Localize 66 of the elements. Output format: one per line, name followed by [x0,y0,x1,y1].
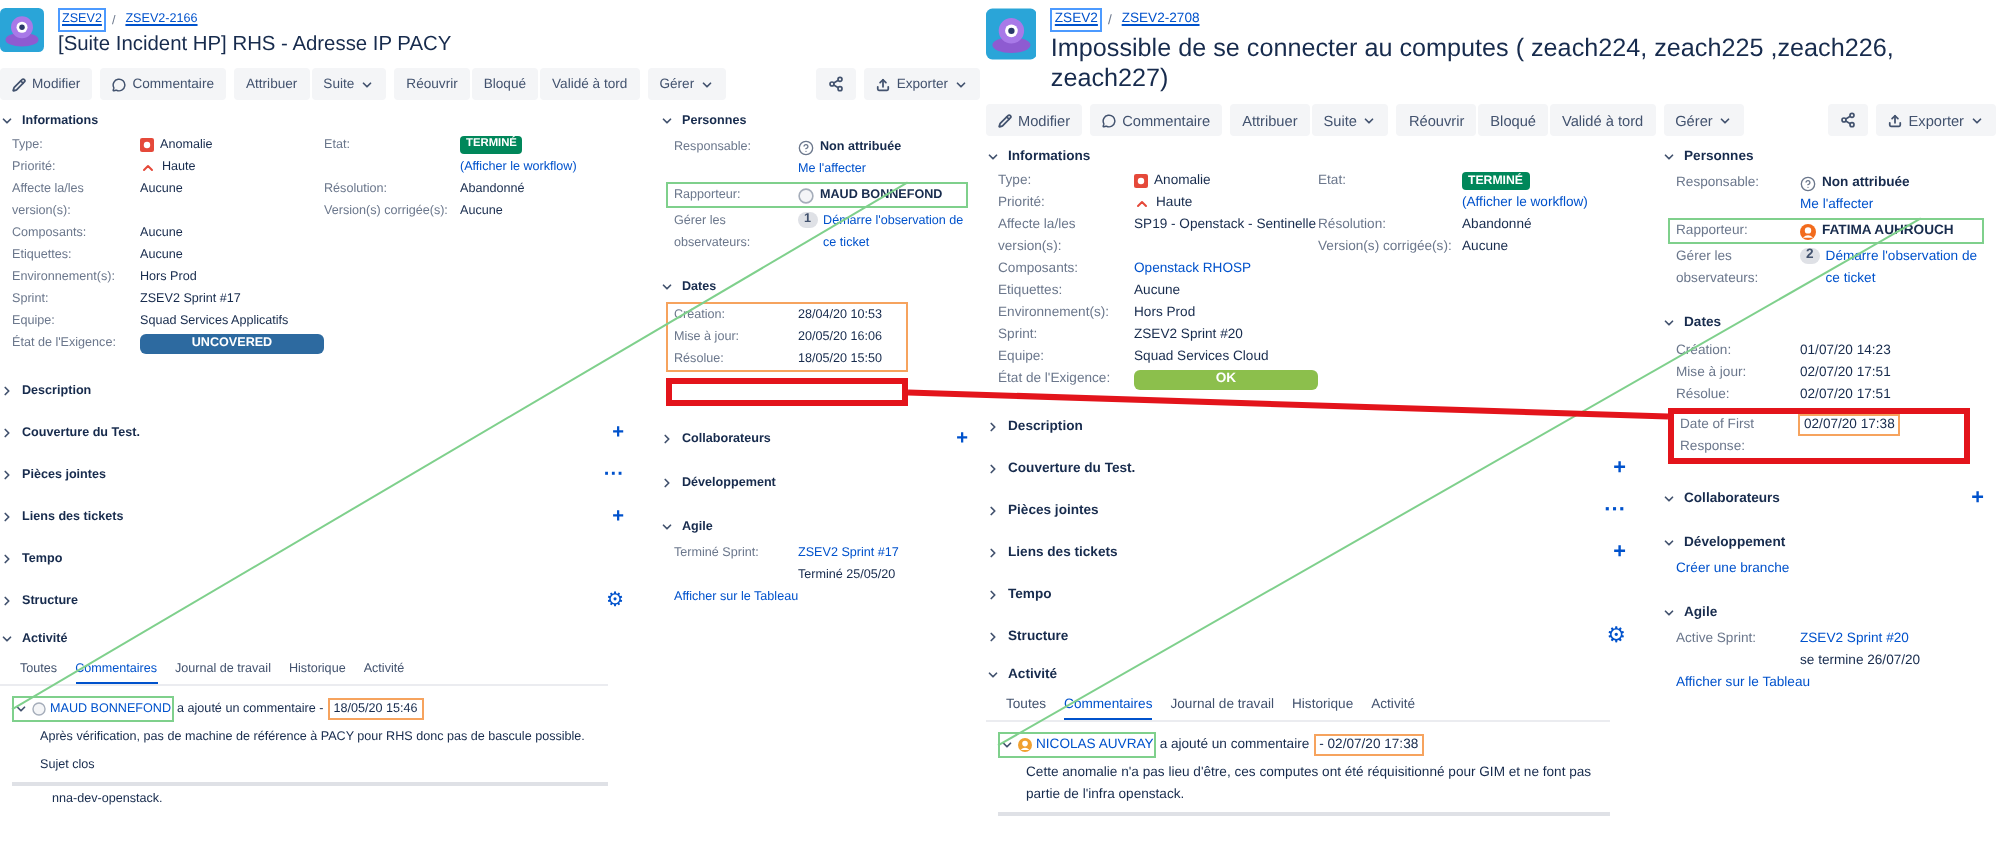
chevron-right-icon[interactable] [986,588,1000,603]
chevron-right-icon[interactable] [660,476,674,491]
chevron-right-icon[interactable] [986,462,1000,477]
edit-icon [12,77,26,92]
section-action-button[interactable]: + [1613,542,1626,565]
issue-title: [Suite Incident HP] RHS - Adresse IP PACY [58,34,452,59]
chevron-down-icon[interactable] [1662,316,1676,331]
caret-icon [1970,113,1984,128]
share-button[interactable] [1828,104,1869,137]
section-action-button[interactable]: + [612,423,624,444]
chevron-down-icon[interactable] [1662,150,1676,165]
chevron-down-icon[interactable] [1662,606,1676,621]
export-icon [1888,113,1903,128]
chevron-down-icon[interactable] [986,668,1000,683]
chevron-right-icon[interactable] [660,432,674,447]
share-icon [1840,112,1857,129]
caret-icon [700,77,715,92]
chevron-down-icon[interactable] [14,702,28,717]
chevron-down-icon[interactable] [660,114,674,129]
caret-icon [954,77,968,92]
unassigned-avatar-icon [798,139,814,156]
comment-icon [112,77,127,92]
chevron-right-icon[interactable] [986,420,1000,435]
section-action-button[interactable]: + [1971,488,1984,511]
section-action-button[interactable]: ⚙ [1606,626,1626,649]
caret-icon [1362,113,1377,128]
section-action-button[interactable]: + [956,429,968,450]
section-action-button[interactable]: ··· [1604,500,1626,523]
chevron-down-icon[interactable] [0,114,14,129]
chevron-right-icon[interactable] [986,504,1000,519]
comment-icon [1102,113,1117,128]
section-action-button[interactable]: ··· [603,465,624,486]
chevron-right-icon[interactable] [0,426,14,441]
section-action-button[interactable]: + [1613,458,1626,481]
section-action-button[interactable]: ⚙ [605,591,624,612]
priority-up-icon [1134,195,1150,212]
chevron-down-icon[interactable] [660,280,674,295]
project-icon [986,8,1037,60]
edit-icon [998,113,1012,128]
chevron-down-icon[interactable] [1662,492,1676,507]
chevron-right-icon[interactable] [0,552,14,567]
chevron-right-icon[interactable] [0,594,14,609]
chevron-down-icon[interactable] [1662,536,1676,551]
caret-icon [1718,113,1733,128]
chevron-right-icon[interactable] [986,546,1000,561]
avatar-icon [798,187,814,204]
share-icon [828,76,845,93]
chevron-right-icon[interactable] [0,510,14,525]
chevron-down-icon[interactable] [0,632,14,647]
chevron-down-icon[interactable] [986,150,1000,165]
bug-type-icon [140,138,154,153]
section-action-button[interactable]: + [612,507,624,528]
bug-type-icon [1134,174,1148,189]
chevron-down-icon[interactable] [1000,738,1014,753]
chevron-right-icon[interactable] [0,384,14,399]
chevron-down-icon[interactable] [660,520,674,535]
avatar-icon [32,702,46,717]
issue-title: Impossible de se connecter au computes ( zeach224, zeach225 ,zeach226, zeach227) [1050,34,1896,95]
project-icon [0,8,44,52]
chevron-right-icon[interactable] [0,468,14,483]
chevron-right-icon[interactable] [986,630,1000,645]
export-icon [876,77,891,92]
caret-icon [360,77,375,92]
priority-up-icon [140,159,156,176]
share-button[interactable] [816,68,857,101]
unassigned-avatar-icon [1800,175,1816,192]
